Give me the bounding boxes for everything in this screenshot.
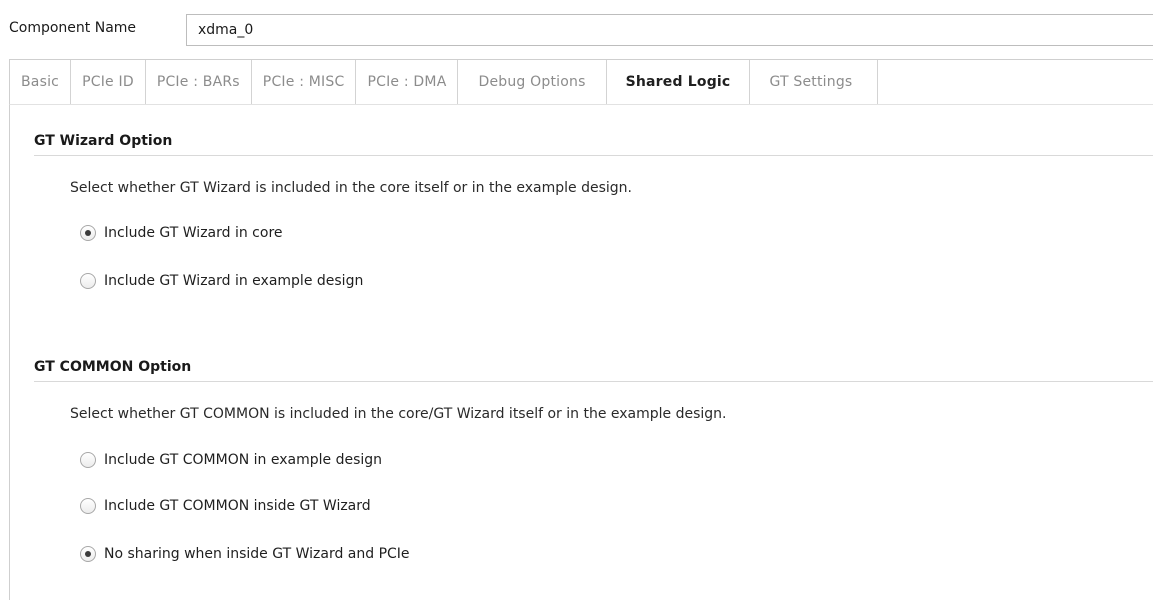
shared-logic-panel: Component Name Basic PCIe ID PCIe : BARs… xyxy=(0,0,1153,600)
section-divider xyxy=(34,155,1153,156)
component-name-input[interactable] xyxy=(186,14,1153,46)
radio-label: Include GT Wizard in core xyxy=(104,225,283,241)
tab-pcie-dma[interactable]: PCIe : DMA xyxy=(356,60,459,104)
component-name-row: Component Name xyxy=(0,10,1153,46)
tab-pcie-bars[interactable]: PCIe : BARs xyxy=(146,60,252,104)
gt-wizard-description: Select whether GT Wizard is included in … xyxy=(70,180,632,196)
tab-pcie-misc[interactable]: PCIe : MISC xyxy=(252,60,357,104)
radio-label: Include GT Wizard in example design xyxy=(104,273,364,289)
radio-unselected-icon[interactable] xyxy=(80,498,96,514)
radio-label: No sharing when inside GT Wizard and PCI… xyxy=(104,546,410,562)
tab-bar: Basic PCIe ID PCIe : BARs PCIe : MISC PC… xyxy=(9,59,1153,105)
component-name-label: Component Name xyxy=(9,20,137,36)
radio-unselected-icon[interactable] xyxy=(80,452,96,468)
tab-debug-options[interactable]: Debug Options xyxy=(458,60,607,104)
radio-unselected-icon[interactable] xyxy=(80,273,96,289)
radio-no-sharing[interactable]: No sharing when inside GT Wizard and PCI… xyxy=(80,546,410,562)
tab-shared-logic[interactable]: Shared Logic xyxy=(606,60,751,104)
radio-gt-common-inside-gt-wizard[interactable]: Include GT COMMON inside GT Wizard xyxy=(80,498,371,514)
tab-pcie-id[interactable]: PCIe ID xyxy=(71,60,146,104)
gt-common-description: Select whether GT COMMON is included in … xyxy=(70,406,727,422)
radio-label: Include GT COMMON inside GT Wizard xyxy=(104,498,371,514)
radio-gt-wizard-in-core[interactable]: Include GT Wizard in core xyxy=(80,225,283,241)
radio-label: Include GT COMMON in example design xyxy=(104,452,383,468)
gt-common-section-title: GT COMMON Option xyxy=(34,359,192,375)
tab-gt-settings[interactable]: GT Settings xyxy=(750,60,879,104)
radio-gt-wizard-in-example-design[interactable]: Include GT Wizard in example design xyxy=(80,273,363,289)
tab-basic[interactable]: Basic xyxy=(10,60,72,104)
section-divider xyxy=(34,381,1153,382)
radio-selected-icon[interactable] xyxy=(80,225,96,241)
radio-selected-icon[interactable] xyxy=(80,546,96,562)
tab-content: GT Wizard Option Select whether GT Wizar… xyxy=(9,105,1153,600)
radio-gt-common-in-example-design[interactable]: Include GT COMMON in example design xyxy=(80,452,382,468)
gt-wizard-section-title: GT Wizard Option xyxy=(34,133,173,149)
